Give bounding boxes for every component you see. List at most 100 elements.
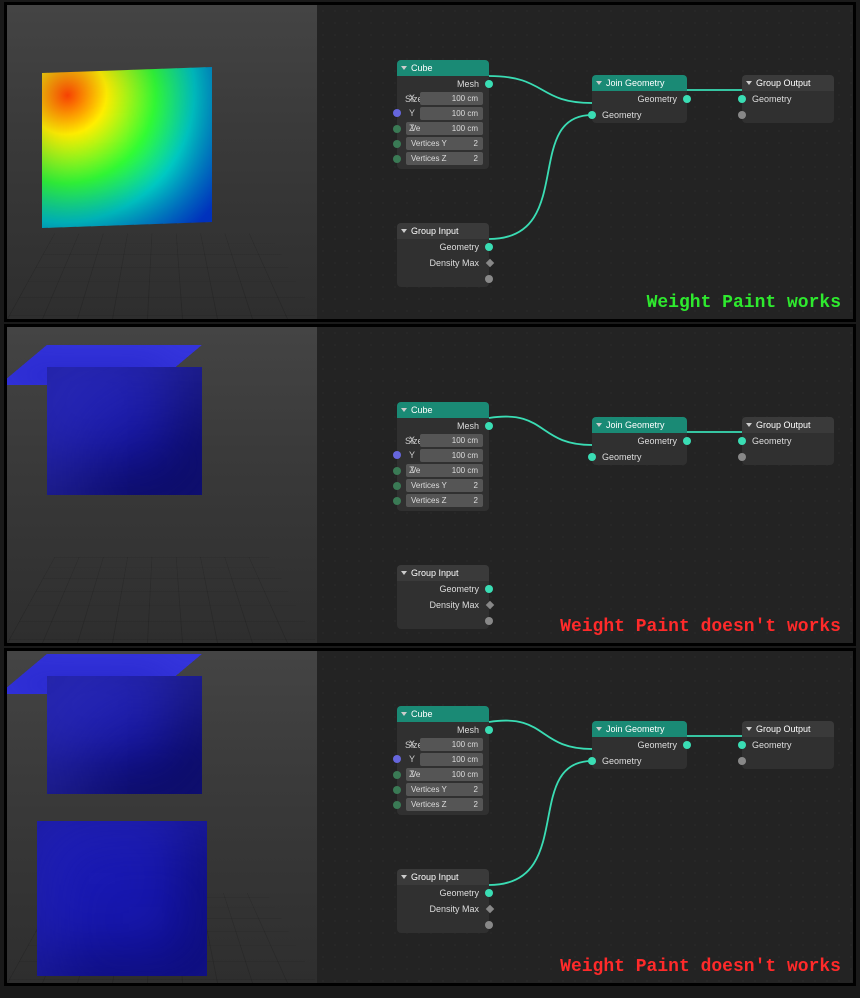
socket-extend[interactable] — [742, 107, 834, 123]
socket-geometry[interactable]: Geometry — [397, 581, 489, 597]
field-size-x[interactable]: 100 cm — [420, 738, 483, 751]
socket-multi-icon[interactable] — [485, 275, 493, 283]
node-group-input[interactable]: Group Input Geometry Density Max — [397, 223, 489, 287]
socket-diamond-icon[interactable] — [486, 601, 494, 609]
socket-extend[interactable] — [742, 753, 834, 769]
node-editor-2[interactable]: Cube Mesh Size: X100 cm Y100 cm Z100 cm … — [317, 327, 853, 643]
socket-geometry[interactable]: Geometry — [742, 737, 834, 753]
node-header-group-output[interactable]: Group Output — [742, 417, 834, 433]
node-header-cube[interactable]: Cube — [397, 402, 489, 418]
socket-geo-icon[interactable] — [485, 889, 493, 897]
socket-geo-icon[interactable] — [588, 111, 596, 119]
chevron-down-icon[interactable] — [595, 725, 603, 733]
node-header-join[interactable]: Join Geometry — [592, 417, 687, 433]
socket-vec-icon[interactable] — [393, 755, 401, 763]
field-size-z[interactable]: 100 cm — [420, 122, 483, 135]
socket-geometry-out[interactable]: Geometry — [592, 737, 687, 753]
chevron-down-icon[interactable] — [400, 406, 408, 414]
node-cube[interactable]: Cube Mesh Size: X100 cm Y100 cm Z100 cm … — [397, 402, 489, 511]
socket-int-icon[interactable] — [393, 497, 401, 505]
field-size-y[interactable]: 100 cm — [420, 753, 483, 766]
viewport-2[interactable] — [7, 327, 317, 643]
field-size-z[interactable]: 100 cm — [420, 768, 483, 781]
socket-geo-icon[interactable] — [588, 757, 596, 765]
field-size-y[interactable]: 100 cm — [420, 449, 483, 462]
socket-int-icon[interactable] — [393, 140, 401, 148]
socket-int-icon[interactable] — [393, 786, 401, 794]
socket-extend[interactable] — [397, 613, 489, 629]
node-header-group-input[interactable]: Group Input — [397, 565, 489, 581]
socket-density[interactable]: Density Max — [397, 255, 489, 271]
socket-geo-icon[interactable] — [738, 95, 746, 103]
field-size-x[interactable]: 100 cm — [420, 434, 483, 447]
socket-geometry[interactable]: Geometry — [742, 91, 834, 107]
chevron-down-icon[interactable] — [745, 725, 753, 733]
node-editor-3[interactable]: Cube Mesh Size: X100 cm Y100 cm Z100 cm … — [317, 651, 853, 983]
socket-geometry-in[interactable]: Geometry — [592, 107, 687, 123]
node-group-input[interactable]: Group Input Geometry Density Max — [397, 869, 489, 933]
chevron-down-icon[interactable] — [745, 421, 753, 429]
socket-geometry[interactable]: Geometry — [397, 239, 489, 255]
field-vz[interactable]: Vertices Z2 — [406, 152, 483, 165]
socket-geo-icon[interactable] — [683, 741, 691, 749]
socket-multi-icon[interactable] — [738, 111, 746, 119]
socket-extend[interactable] — [742, 449, 834, 465]
socket-extend[interactable] — [397, 271, 489, 287]
socket-int-icon[interactable] — [393, 482, 401, 490]
node-group-output[interactable]: Group Output Geometry — [742, 417, 834, 465]
socket-geo-icon[interactable] — [485, 243, 493, 251]
node-header-join[interactable]: Join Geometry — [592, 721, 687, 737]
node-join-geometry[interactable]: Join Geometry Geometry Geometry — [592, 417, 687, 465]
socket-geo-icon[interactable] — [485, 422, 493, 430]
socket-geo-icon[interactable] — [485, 726, 493, 734]
chevron-down-icon[interactable] — [400, 64, 408, 72]
field-size-x[interactable]: 100 cm — [420, 92, 483, 105]
node-join-geometry[interactable]: Join Geometry Geometry Geometry — [592, 75, 687, 123]
socket-vec-icon[interactable] — [393, 451, 401, 459]
chevron-down-icon[interactable] — [400, 569, 408, 577]
socket-geometry-out[interactable]: Geometry — [592, 433, 687, 449]
field-vz[interactable]: Vertices Z2 — [406, 494, 483, 507]
socket-geometry[interactable]: Geometry — [742, 433, 834, 449]
socket-density[interactable]: Density Max — [397, 597, 489, 613]
node-group-output[interactable]: Group Output Geometry — [742, 721, 834, 769]
socket-geo-icon[interactable] — [485, 80, 493, 88]
socket-multi-icon[interactable] — [485, 921, 493, 929]
node-header-join[interactable]: Join Geometry — [592, 75, 687, 91]
socket-geometry-in[interactable]: Geometry — [592, 753, 687, 769]
node-group-input[interactable]: Group Input Geometry Density Max — [397, 565, 489, 629]
chevron-down-icon[interactable] — [595, 421, 603, 429]
socket-geo-icon[interactable] — [588, 453, 596, 461]
socket-int-icon[interactable] — [393, 155, 401, 163]
socket-multi-icon[interactable] — [738, 757, 746, 765]
socket-multi-icon[interactable] — [485, 617, 493, 625]
field-size-y[interactable]: 100 cm — [420, 107, 483, 120]
field-vy[interactable]: Vertices Y2 — [406, 479, 483, 492]
socket-int-icon[interactable] — [393, 801, 401, 809]
socket-geometry[interactable]: Geometry — [397, 885, 489, 901]
node-group-output[interactable]: Group Output Geometry — [742, 75, 834, 123]
socket-diamond-icon[interactable] — [486, 905, 494, 913]
socket-diamond-icon[interactable] — [486, 259, 494, 267]
viewport-3[interactable] — [7, 651, 317, 983]
node-header-group-output[interactable]: Group Output — [742, 75, 834, 91]
socket-geo-icon[interactable] — [485, 585, 493, 593]
chevron-down-icon[interactable] — [595, 79, 603, 87]
node-header-cube[interactable]: Cube — [397, 60, 489, 76]
socket-geo-icon[interactable] — [738, 741, 746, 749]
node-cube[interactable]: Cube Mesh Size: X100 cm Y100 cm Z100 cm … — [397, 60, 489, 169]
field-vy[interactable]: Vertices Y2 — [406, 783, 483, 796]
node-header-group-input[interactable]: Group Input — [397, 223, 489, 239]
field-vz[interactable]: Vertices Z2 — [406, 798, 483, 811]
node-header-group-input[interactable]: Group Input — [397, 869, 489, 885]
socket-multi-icon[interactable] — [738, 453, 746, 461]
socket-density[interactable]: Density Max — [397, 901, 489, 917]
socket-geo-icon[interactable] — [683, 95, 691, 103]
socket-geo-icon[interactable] — [683, 437, 691, 445]
chevron-down-icon[interactable] — [400, 710, 408, 718]
field-vy[interactable]: Vertices Y2 — [406, 137, 483, 150]
node-cube[interactable]: Cube Mesh Size: X100 cm Y100 cm Z100 cm … — [397, 706, 489, 815]
socket-extend[interactable] — [397, 917, 489, 933]
chevron-down-icon[interactable] — [400, 227, 408, 235]
node-header-cube[interactable]: Cube — [397, 706, 489, 722]
